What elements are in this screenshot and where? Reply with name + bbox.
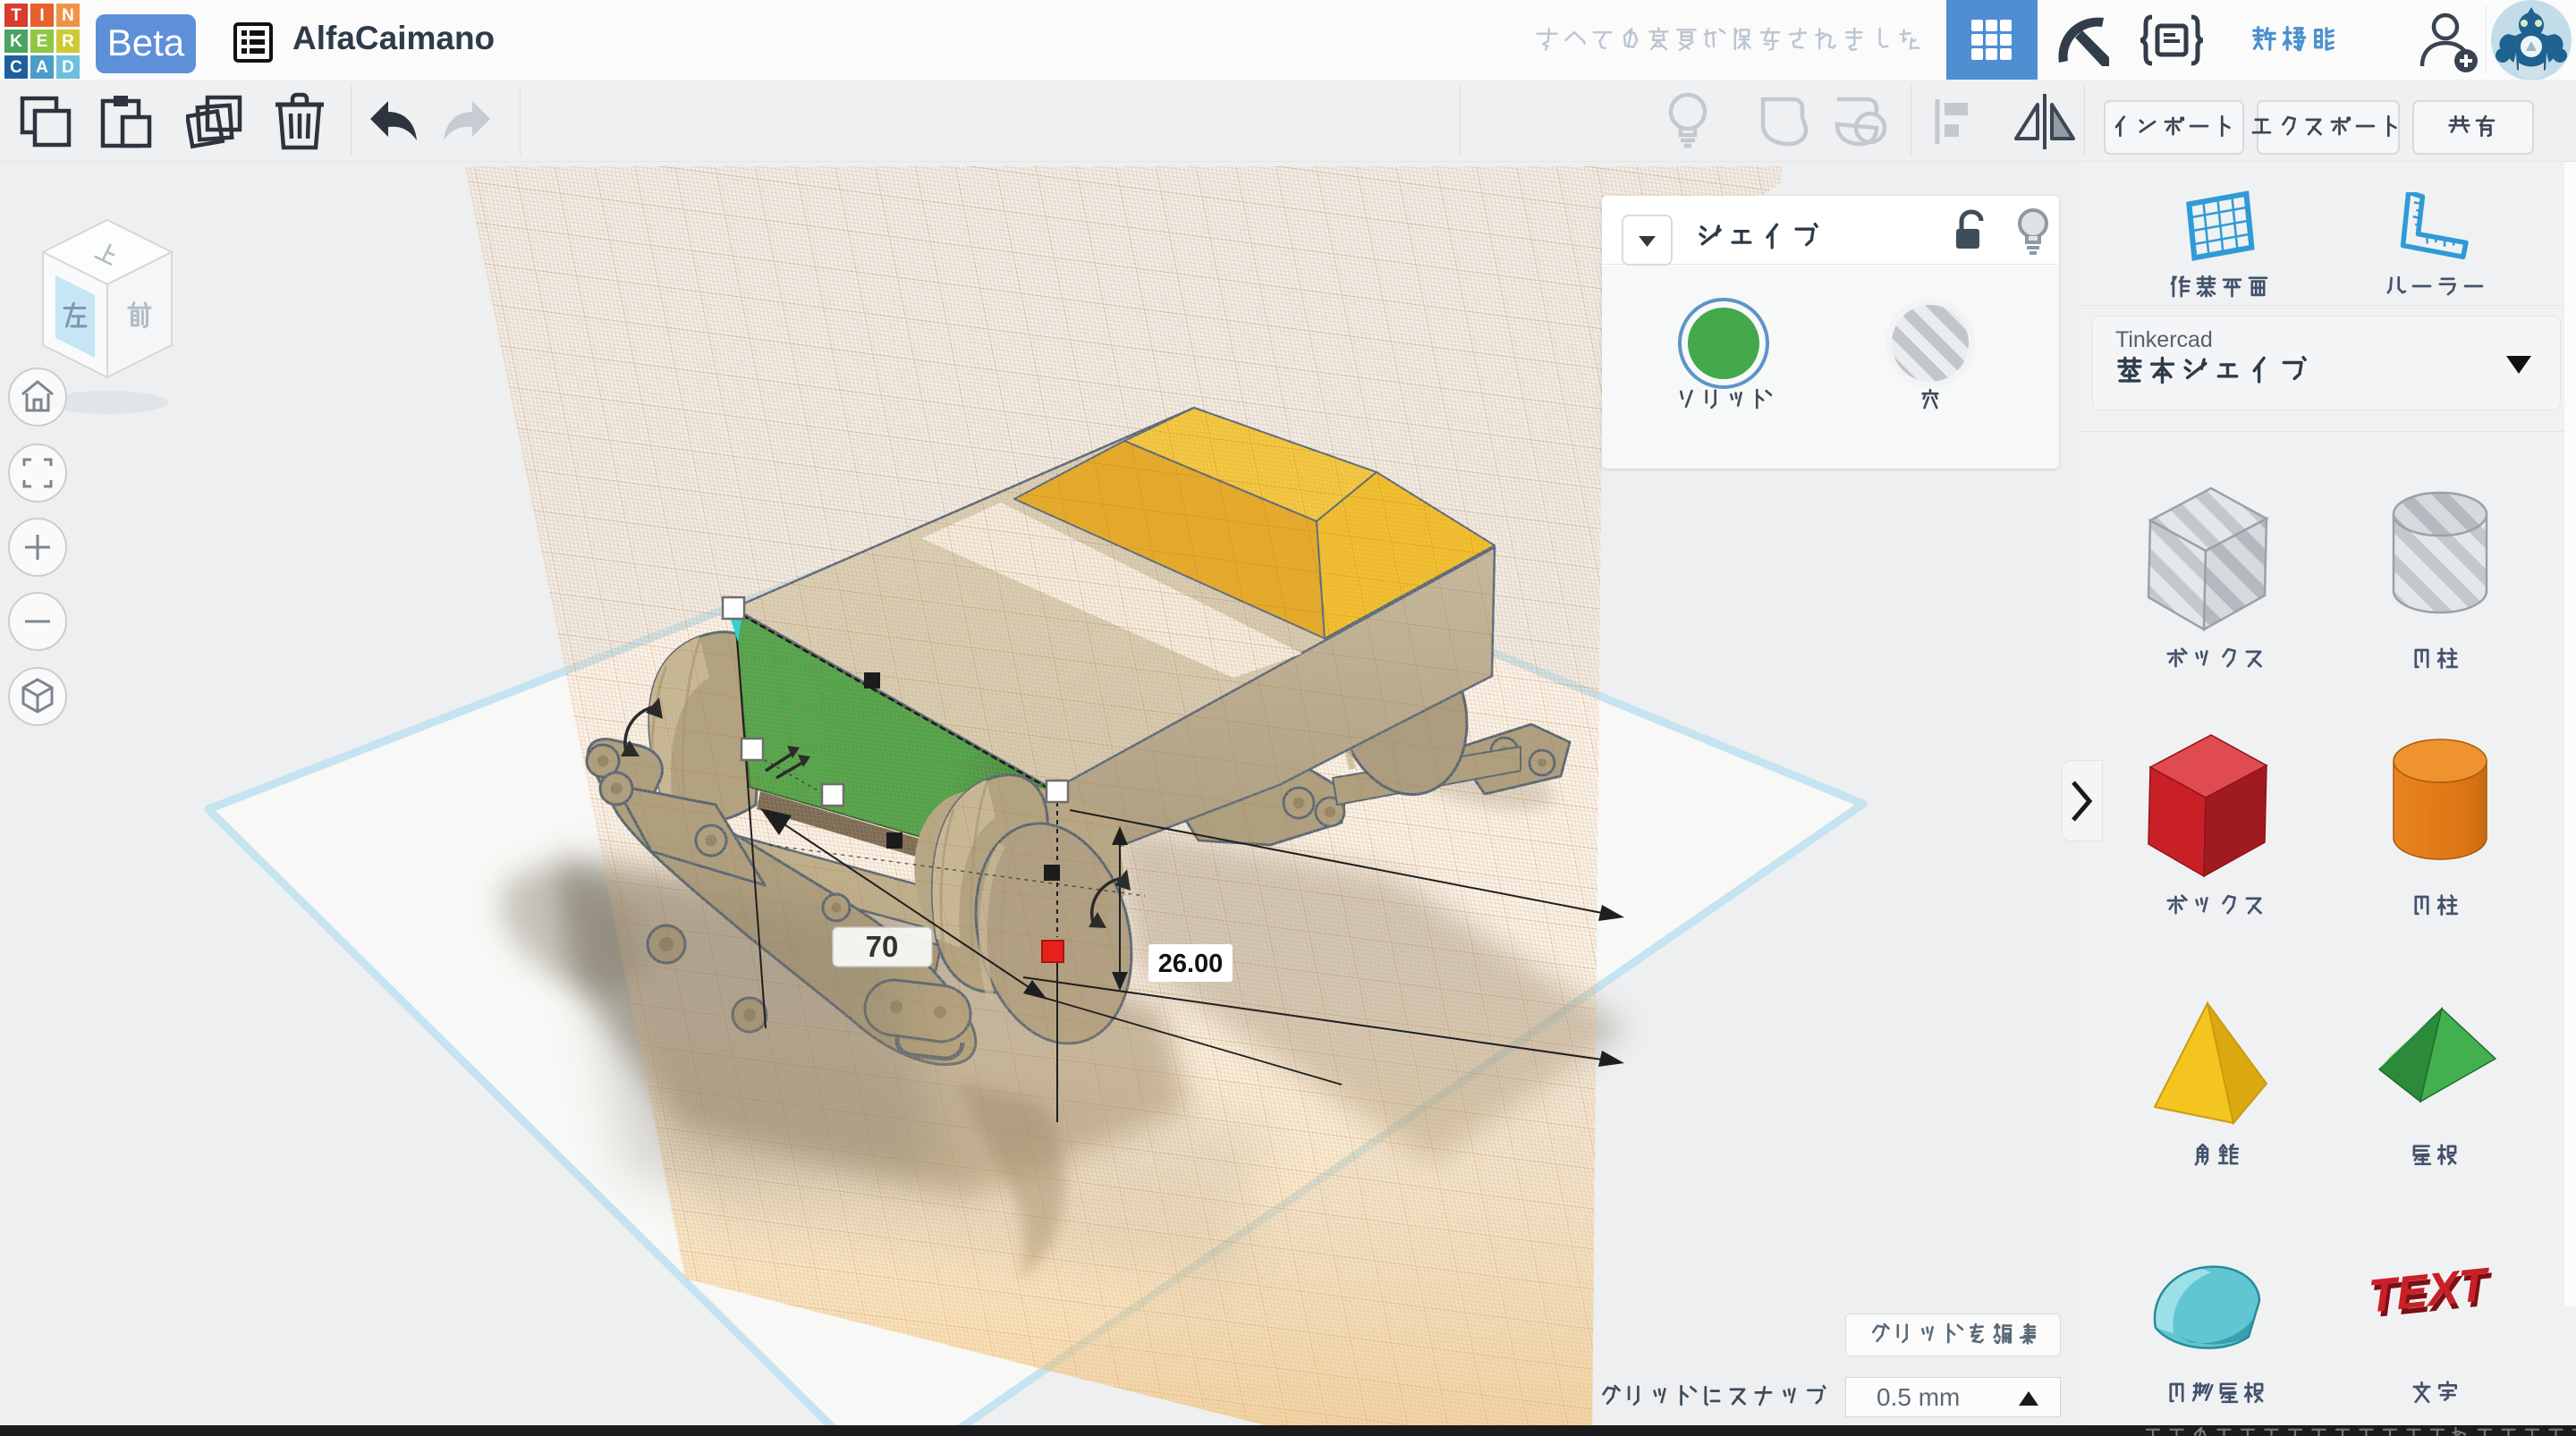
svg-text:70: 70 — [866, 930, 899, 963]
svg-text:26.00: 26.00 — [1158, 950, 1224, 978]
